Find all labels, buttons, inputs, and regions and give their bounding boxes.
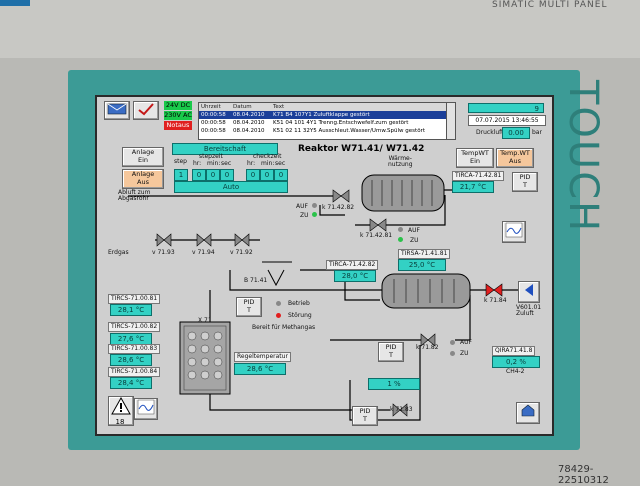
percent-display: 1 % [368,378,420,390]
auf-label-3: AUF [460,339,472,346]
tirca-71-42-82-value: 28,0 °C [334,270,376,282]
min2-label: min: [261,160,275,167]
betrieb-label: Betrieb [288,300,310,307]
anlage-aus-button[interactable]: Anlage Aus [122,169,164,189]
tircs-71-00-84-value: 28,4 °C [110,377,152,389]
betrieb-indicator [276,301,281,306]
stoerung-label: Störung [288,312,312,319]
zu-indicator-3 [450,351,455,356]
pid-button-burner[interactable]: PID T [236,297,262,317]
temp-wt-ein-button[interactable]: TempWT Ein [456,148,494,168]
temp-wt-aus-button[interactable]: Temp.WT Aus [496,148,534,168]
tircs-71-00-83-tag[interactable]: TIRCS-71.00.83 [108,344,161,354]
reactor-grid-icon [187,331,223,380]
valve-v71-94-label: v 71.94 [192,249,215,256]
home-icon [521,404,535,417]
tirca-71-42-81-tag[interactable]: TIRCA-71.42.81 [452,171,505,181]
tirca-71-42-82-tag[interactable]: TIRCA-71.42.82 [326,260,379,270]
regeltemperatur-tag[interactable]: Regeltemperatur [234,352,291,362]
auto-display: Auto [174,181,288,193]
heat-exchanger-upper [361,174,445,212]
valve-k71-42-81 [369,218,387,232]
zu-label-2: ZU [410,237,419,244]
reactor-fill-grid [184,328,226,388]
anlage-ein-button[interactable]: Anlage Ein [122,147,164,167]
valve-v71-93-label: v 71.93 [152,249,175,256]
warning-icon [111,396,131,415]
qira-value: 0,2 % [492,356,540,368]
home-button[interactable] [516,402,540,424]
waermenutzung-label: Wärme- nutzung [388,155,413,168]
valve-v71-92 [234,233,250,247]
auf-indicator-2 [398,227,403,232]
abluft-label: Abluft zum Abgasrohr [118,189,151,202]
stoerung-indicator [276,313,281,318]
checkzeit-hr: 0 [246,169,260,181]
alarm-count: 18 [115,418,125,426]
qira-sub-label: CH4-2 [506,368,525,375]
valve-v71-93 [156,233,172,247]
trend-button-upper[interactable] [502,221,526,243]
pid-button-upper[interactable]: PID T [512,172,538,192]
trend-button-lower[interactable] [134,398,158,420]
auf-indicator-3 [450,340,455,345]
valve-k71-42-82 [332,189,350,203]
tircs-71-00-81-tag[interactable]: TIRCS-71.00.81 [108,294,161,304]
heat-exchanger-lower [381,273,471,309]
valve-v71-94 [196,233,212,247]
burner-b71-41-label: B 71.41 [244,277,268,284]
step-value: 1 [174,169,188,181]
trend-icon [137,399,155,415]
zu-label-1: ZU [300,212,309,219]
tircs-71-00-81-value: 28,1 °C [110,304,152,316]
min1-label: min: [207,160,221,167]
reactor-x71-label: X 71 [198,317,212,324]
pid-button-lower[interactable]: PID T [352,406,378,426]
erdgas-label: Erdgas [108,249,129,256]
pid-button-middle[interactable]: PID T [378,342,404,362]
tircs-71-00-83-value: 28,6 °C [110,354,152,366]
hr1-label: hr: [193,160,202,167]
tircs-71-00-84-tag[interactable]: TIRCS-71.00.84 [108,367,161,377]
page-title: Reaktor W71.41/ W71.42 [298,144,425,154]
valve-v71-92-label: v 71.92 [230,249,253,256]
zu-indicator-1 [312,212,317,217]
zu-indicator-2 [398,237,403,242]
sec1-label: sec [221,160,232,167]
auf-indicator-1 [312,203,317,208]
auf-label-1: AUF [296,203,308,210]
zuluft-arrow-button[interactable] [518,281,540,303]
stepzeit-sec: 0 [220,169,234,181]
trend-icon [505,222,523,238]
stepzeit-min: 0 [206,169,220,181]
checkzeit-min: 0 [260,169,274,181]
tircs-71-00-82-tag[interactable]: TIRCS-71.00.82 [108,322,161,332]
step-label: step [174,158,187,165]
valve-k71-42-82-label: k 71.42.82 [322,204,355,211]
tirca-71-42-81-value: 21,7 °C [452,181,494,193]
stepzeit-hr: 0 [192,169,206,181]
valve-k71-82-label: k 71.82 [416,344,439,351]
process-diagram [128,172,520,421]
auf-label-2: AUF [408,227,420,234]
sec2-label: sec [275,160,286,167]
valve-k71-83-label: k 71.83 [390,406,413,413]
tirsa-71-41-81-value: 25,0 °C [398,259,446,271]
zu-label-3: ZU [460,350,469,357]
bereit-methangas-label: Bereit für Methangas [252,324,316,331]
checkzeit-sec: 0 [274,169,288,181]
valve-k71-42-81-label: k 71.42.81 [360,232,393,239]
arrow-left-icon [525,284,533,296]
valve-k71-84 [485,283,503,297]
tirsa-71-41-81-tag[interactable]: TIRSA-71.41.81 [398,249,451,259]
hr2-label: hr: [247,160,256,167]
valve-k71-84-label: k 71.84 [484,297,507,304]
qira-tag[interactable]: QIRA71.41.8 [492,346,536,356]
regeltemperatur-value: 28,6 °C [234,363,286,375]
v601-label: V601.01 Zuluft [516,304,542,317]
